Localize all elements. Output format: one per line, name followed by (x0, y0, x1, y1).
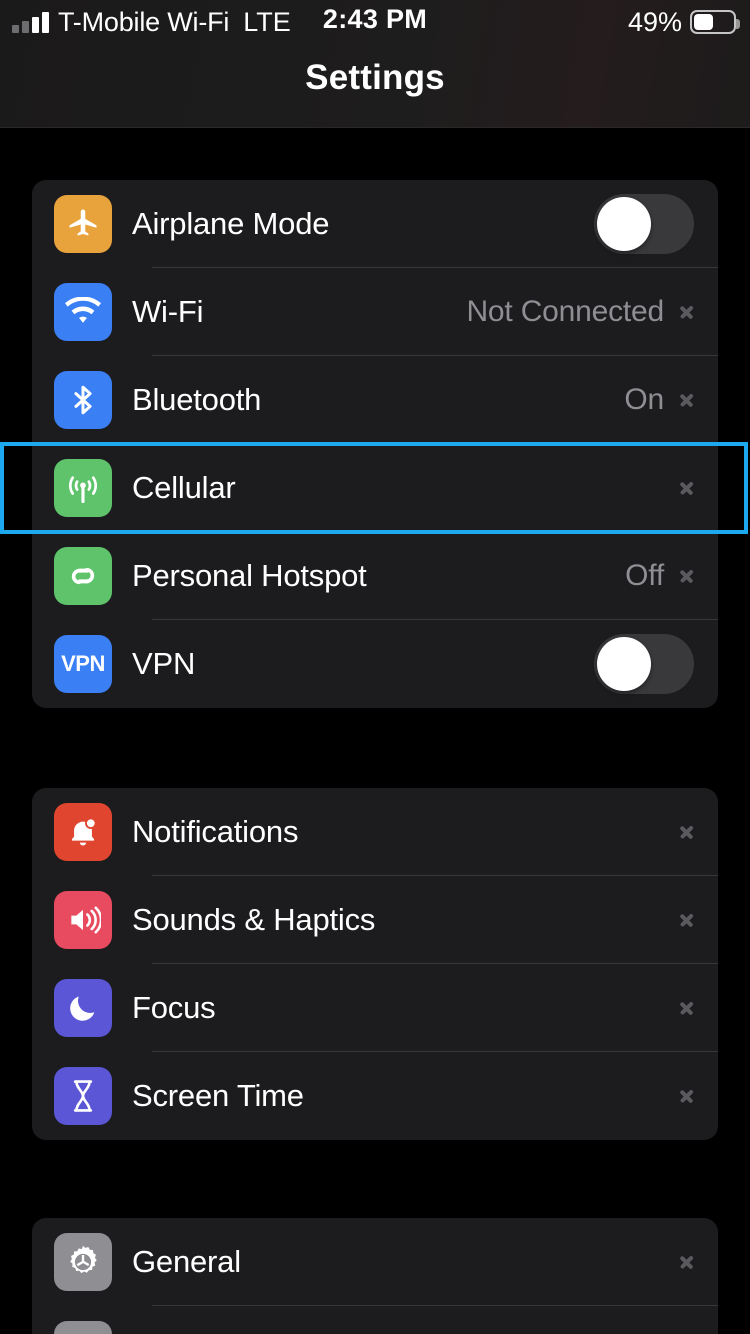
settings-row-value: On (624, 383, 664, 416)
moon-icon (54, 979, 112, 1037)
chevron-right-icon (680, 907, 694, 933)
row-accessory (664, 907, 694, 933)
settings-row-notifications[interactable]: Notifications (32, 788, 718, 876)
settings-row-label: Focus (132, 990, 216, 1025)
hourglass-icon (54, 1067, 112, 1125)
settings-row-vpn[interactable]: VPN VPN (32, 620, 718, 708)
row-accessory: Off (625, 559, 694, 593)
speaker-icon (54, 891, 112, 949)
settings-row-control-center[interactable] (32, 1306, 718, 1334)
control-center-icon (54, 1321, 112, 1334)
settings-row-screen-time[interactable]: Screen Time (32, 1052, 718, 1140)
row-accessory (594, 194, 694, 254)
vpn-icon: VPN (54, 635, 112, 693)
row-accessory (664, 1249, 694, 1275)
row-accessory (664, 475, 694, 501)
settings-row-bluetooth[interactable]: Bluetooth On (32, 356, 718, 444)
toggle-knob (597, 637, 651, 691)
settings-row-wifi[interactable]: Wi-Fi Not Connected (32, 268, 718, 356)
settings-row-label: Screen Time (132, 1078, 304, 1113)
settings-row-label: Sounds & Haptics (132, 902, 376, 937)
settings-row-focus[interactable]: Focus (32, 964, 718, 1052)
hotspot-link-icon (54, 547, 112, 605)
cellular-signal-icon (12, 11, 49, 33)
settings-row-label: Notifications (132, 814, 299, 849)
bluetooth-icon (54, 371, 112, 429)
airplane-mode-toggle[interactable] (594, 194, 694, 254)
status-bar: T-Mobile Wi-Fi LTE 2:43 PM 49% (0, 0, 750, 44)
settings-row-label: Airplane Mode (132, 206, 330, 241)
network-type-label: LTE (243, 6, 291, 37)
navigation-header: T-Mobile Wi-Fi LTE 2:43 PM 49% Settings (0, 0, 750, 128)
row-accessory: On (624, 383, 694, 417)
settings-group-connectivity: Airplane Mode Wi-Fi Not Connected Blueto… (32, 180, 718, 708)
settings-row-label: VPN (132, 646, 196, 681)
settings-row-cellular[interactable]: Cellular (32, 444, 718, 532)
battery-nub (736, 19, 740, 29)
chevron-right-icon (680, 475, 694, 501)
wifi-icon (54, 283, 112, 341)
settings-row-personal-hotspot[interactable]: Personal Hotspot Off (32, 532, 718, 620)
row-accessory (664, 819, 694, 845)
status-bar-left: T-Mobile Wi-Fi LTE (12, 7, 291, 38)
chevron-right-icon (680, 995, 694, 1021)
row-accessory (594, 634, 694, 694)
settings-list: Airplane Mode Wi-Fi Not Connected Blueto… (0, 128, 750, 1334)
settings-row-label: Bluetooth (132, 382, 262, 417)
chevron-right-icon (680, 819, 694, 845)
battery-icon (690, 10, 740, 34)
settings-row-label: Personal Hotspot (132, 558, 367, 593)
page-title: Settings (305, 58, 445, 97)
chevron-right-icon (680, 1083, 694, 1109)
carrier-label: T-Mobile Wi-Fi (58, 6, 230, 37)
vpn-icon-label: VPN (61, 651, 105, 676)
bell-icon (54, 803, 112, 861)
row-accessory: Not Connected (466, 295, 694, 329)
row-accessory (664, 1083, 694, 1109)
settings-row-label: Cellular (132, 470, 236, 505)
settings-row-label: Wi-Fi (132, 294, 204, 329)
status-bar-right: 49% (627, 0, 740, 44)
settings-row-general[interactable]: General (32, 1218, 718, 1306)
toggle-knob (597, 197, 651, 251)
airplane-icon (54, 195, 112, 253)
settings-row-value: Not Connected (466, 295, 664, 328)
settings-row-label: General (132, 1244, 241, 1279)
settings-group-alerts: Notifications Sounds & Haptics Focus Scr… (32, 788, 718, 1140)
chevron-right-icon (680, 387, 694, 413)
settings-row-sounds-haptics[interactable]: Sounds & Haptics (32, 876, 718, 964)
settings-row-value: Off (625, 559, 664, 592)
battery-percent-label: 49% (627, 6, 682, 37)
gear-icon (54, 1233, 112, 1291)
row-accessory (664, 995, 694, 1021)
chevron-right-icon (680, 1249, 694, 1275)
settings-row-airplane-mode[interactable]: Airplane Mode (32, 180, 718, 268)
vpn-toggle[interactable] (594, 634, 694, 694)
settings-group-system: General (32, 1218, 718, 1334)
chevron-right-icon (680, 299, 694, 325)
chevron-right-icon (680, 563, 694, 589)
settings-screen: T-Mobile Wi-Fi LTE 2:43 PM 49% Settings (0, 0, 750, 1334)
battery-fill (694, 14, 713, 30)
cellular-antenna-icon (54, 459, 112, 517)
